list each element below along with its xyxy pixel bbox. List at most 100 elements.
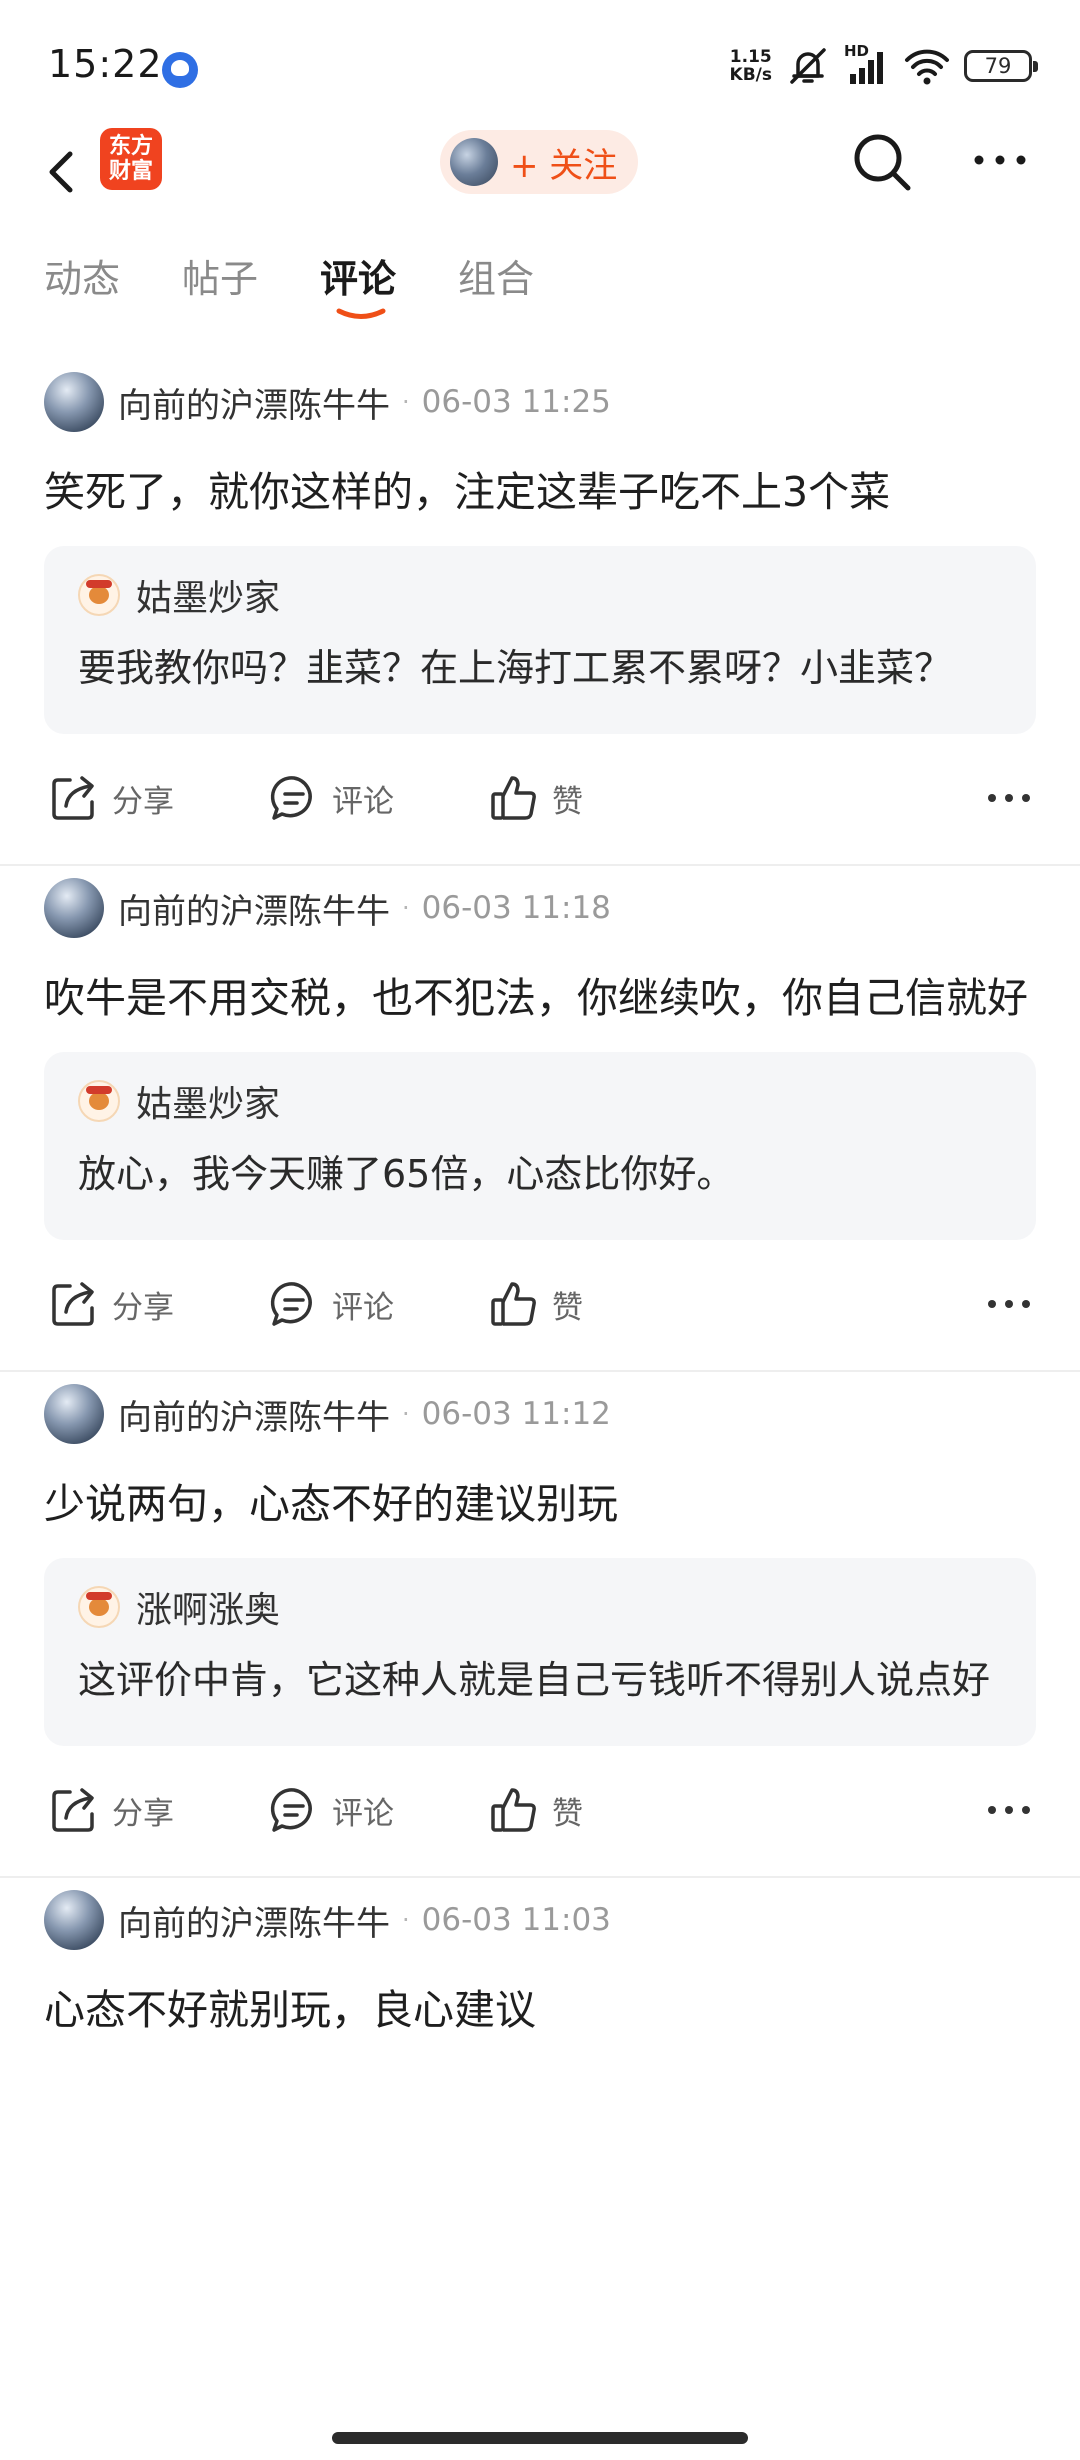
comment-text: 吹牛是不用交税，也不犯法，你继续吹，你自己信就好	[44, 974, 1028, 1022]
status-time: 15:22	[48, 42, 163, 86]
comment-button[interactable]: 评论	[268, 1274, 394, 1334]
comment-header: 向前的沪漂陈牛牛 · 06-03 11:18	[44, 866, 1036, 942]
quoted-author-avatar	[78, 1080, 120, 1122]
share-button[interactable]: 分享	[48, 1780, 174, 1840]
more-options-button[interactable]	[970, 138, 1030, 182]
comment-feed: 向前的沪漂陈牛牛 · 06-03 11:25 笑死了，就你这样的，注定这辈子吃不…	[0, 360, 1080, 2042]
thumbs-up-icon	[491, 1282, 536, 1326]
comment-more-button[interactable]	[984, 1282, 1034, 1326]
like-button[interactable]: 赞	[488, 1274, 583, 1334]
quoted-author-name[interactable]: 涨啊涨奥	[136, 1581, 280, 1633]
share-button[interactable]: 分享	[48, 1274, 174, 1334]
quoted-reply[interactable]: 姑墨炒家 放心，我今天赚了65倍，心态比你好。	[44, 1052, 1036, 1240]
top-navigation-bar: 东方 财富 + 关注	[0, 120, 1080, 220]
back-button[interactable]	[40, 136, 90, 204]
wifi-icon	[905, 49, 949, 85]
comment-button[interactable]: 评论	[268, 768, 394, 828]
comment-card[interactable]: 向前的沪漂陈牛牛 · 06-03 11:03 心态不好就别玩，良心建议	[0, 1878, 1080, 2042]
network-speed: 1.15 KB/s	[730, 48, 772, 84]
share-button[interactable]: 分享	[48, 768, 174, 828]
quoted-author-avatar	[78, 574, 120, 616]
quoted-reply-header: 涨啊涨奥	[78, 1581, 1002, 1633]
comment-time: 06-03 11:03	[421, 1902, 611, 1938]
quoted-reply[interactable]: 姑墨炒家 要我教你吗？韭菜？在上海打工累不累呀？小韭菜？	[44, 546, 1036, 734]
thumbs-up-icon	[491, 1788, 536, 1832]
like-button[interactable]: 赞	[488, 768, 583, 828]
network-speed-value: 1.15	[729, 47, 772, 67]
share-icon	[52, 776, 94, 820]
author-name[interactable]: 向前的沪漂陈牛牛	[118, 1896, 390, 1945]
like-label: 赞	[552, 1795, 583, 1832]
separator-dot: ·	[402, 388, 410, 416]
comment-label: 评论	[332, 1289, 394, 1326]
share-label: 分享	[112, 1289, 174, 1326]
search-button[interactable]	[850, 130, 914, 194]
author-name[interactable]: 向前的沪漂陈牛牛	[118, 1390, 390, 1439]
follow-button-label: + 关注	[510, 145, 618, 186]
like-label: 赞	[552, 1289, 583, 1326]
comment-icon	[270, 776, 312, 820]
mute-bell-icon	[790, 48, 826, 84]
comment-header: 向前的沪漂陈牛牛 · 06-03 11:25	[44, 360, 1036, 436]
battery-level: 79	[984, 54, 1012, 78]
author-name[interactable]: 向前的沪漂陈牛牛	[118, 884, 390, 933]
logo-line1: 东方	[108, 134, 153, 159]
like-button[interactable]: 赞	[488, 1780, 583, 1840]
avatar[interactable]	[44, 372, 104, 432]
follow-button[interactable]: + 关注	[440, 130, 638, 194]
more-dots-icon	[988, 1300, 1030, 1308]
more-dots-icon	[988, 794, 1030, 802]
status-icons: 1.15 KB/s HD 79	[730, 42, 1038, 88]
avatar[interactable]	[44, 1384, 104, 1444]
comment-icon	[270, 1282, 312, 1326]
tab-comments[interactable]: 评论	[320, 248, 396, 303]
quoted-reply-header: 姑墨炒家	[78, 1075, 1002, 1127]
battery-icon: 79	[964, 50, 1038, 82]
comment-time: 06-03 11:25	[421, 384, 611, 420]
logo-line2: 财富	[108, 159, 153, 184]
share-label: 分享	[112, 1795, 174, 1832]
separator-dot: ·	[402, 1400, 410, 1428]
thumbs-up-icon	[491, 776, 536, 820]
comment-more-button[interactable]	[984, 776, 1034, 820]
cellular-signal-icon: HD	[844, 42, 890, 86]
more-dots-icon	[988, 1806, 1030, 1814]
comment-card[interactable]: 向前的沪漂陈牛牛 · 06-03 11:18 吹牛是不用交税，也不犯法，你继续吹…	[0, 866, 1080, 1372]
action-bar: 分享 评论 赞	[44, 1746, 1036, 1876]
comment-card[interactable]: 向前的沪漂陈牛牛 · 06-03 11:12 少说两句，心态不好的建议别玩 涨啊…	[0, 1372, 1080, 1878]
quoted-author-name[interactable]: 姑墨炒家	[136, 569, 280, 621]
avatar[interactable]	[44, 1890, 104, 1950]
comment-time: 06-03 11:12	[421, 1396, 611, 1432]
avatar[interactable]	[44, 878, 104, 938]
quoted-reply-text: 放心，我今天赚了65倍，心态比你好。	[78, 1152, 735, 1196]
like-label: 赞	[552, 783, 583, 820]
quoted-author-avatar	[78, 1586, 120, 1628]
search-icon	[854, 134, 911, 191]
tab-portfolio[interactable]: 组合	[458, 248, 534, 303]
comment-header: 向前的沪漂陈牛牛 · 06-03 11:03	[44, 1878, 1036, 1954]
share-icon	[52, 1282, 94, 1326]
share-icon	[52, 1788, 94, 1832]
comment-more-button[interactable]	[984, 1788, 1034, 1832]
comment-text: 笑死了，就你这样的，注定这辈子吃不上3个菜	[44, 468, 891, 516]
comment-card[interactable]: 向前的沪漂陈牛牛 · 06-03 11:25 笑死了，就你这样的，注定这辈子吃不…	[0, 360, 1080, 866]
network-speed-unit: KB/s	[729, 65, 772, 85]
more-dots-icon	[974, 155, 1026, 165]
avatar	[450, 138, 498, 186]
comment-button[interactable]: 评论	[268, 1780, 394, 1840]
comment-label: 评论	[332, 783, 394, 820]
quoted-author-name[interactable]: 姑墨炒家	[136, 1075, 280, 1127]
tab-dynamics[interactable]: 动态	[44, 248, 120, 303]
quoted-reply[interactable]: 涨啊涨奥 这评价中肯，它这种人就是自己亏钱听不得别人说点好	[44, 1558, 1036, 1746]
action-bar: 分享 评论 赞	[44, 734, 1036, 864]
home-gesture-bar[interactable]	[332, 2432, 748, 2444]
comment-text: 少说两句，心态不好的建议别玩	[44, 1480, 618, 1528]
quoted-reply-header: 姑墨炒家	[78, 569, 1002, 621]
separator-dot: ·	[402, 1906, 410, 1934]
tab-posts[interactable]: 帖子	[182, 248, 258, 303]
chevron-left-icon	[49, 151, 73, 193]
author-name[interactable]: 向前的沪漂陈牛牛	[118, 378, 390, 427]
app-logo[interactable]: 东方 财富	[100, 128, 162, 190]
comment-label: 评论	[332, 1795, 394, 1832]
separator-dot: ·	[402, 894, 410, 922]
